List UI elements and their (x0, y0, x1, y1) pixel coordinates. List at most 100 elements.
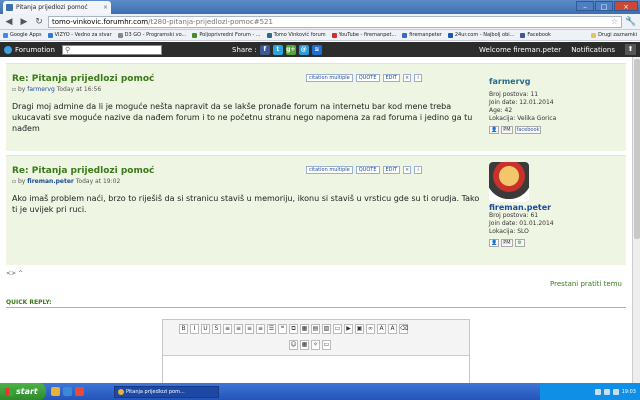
browser-launch-icon[interactable] (51, 387, 60, 396)
quote-button[interactable]: QUOTE (355, 166, 380, 174)
back-button[interactable]: ◀ (3, 16, 15, 28)
volume-icon[interactable] (603, 388, 610, 395)
forumotion-logo[interactable]: Forumotion (4, 45, 62, 54)
bookmark-item[interactable]: Tomo Vinković forum (266, 32, 326, 38)
editor-tool-button[interactable]: ▦ (300, 340, 309, 350)
bookmark-item[interactable]: D3 GO - Programski vo... (117, 32, 186, 38)
explorer-launch-icon[interactable] (63, 387, 72, 396)
editor-tool-button[interactable]: A (377, 324, 386, 334)
profile-icon[interactable]: 👤 (489, 126, 500, 134)
editor-tool-button[interactable]: ☺ (289, 340, 298, 350)
google-plus-icon[interactable]: g+ (285, 44, 296, 55)
editor-tool-button[interactable]: U (201, 324, 210, 334)
reply-textarea[interactable] (163, 355, 469, 383)
minimize-button[interactable]: – (576, 1, 594, 11)
bookmark-item[interactable]: Poljoprivredni Forum - ... (192, 32, 261, 38)
edit-button[interactable]: EDIT (382, 74, 401, 82)
email-icon[interactable]: @ (298, 44, 309, 55)
bookmark-item[interactable]: YouTube - firemanpet... (331, 32, 396, 38)
ip-info-button[interactable]: i (414, 166, 423, 174)
welcome-user-link[interactable]: Welcome fireman.peter (479, 46, 561, 54)
address-bar[interactable]: tomo-vinkovic.forumhr.com /t280-pitanja-… (48, 15, 622, 28)
website-icon[interactable]: ⚙ (514, 239, 525, 247)
post-navigation-arrows[interactable]: <> ^ (6, 270, 23, 277)
post-author-link[interactable]: fireman.peter (27, 178, 74, 185)
editor-tool-button[interactable]: ≡ (223, 324, 232, 334)
security-icon[interactable] (612, 388, 619, 395)
delete-button[interactable]: × (403, 166, 412, 174)
profile-contact-icons: 👤 PM facebook (489, 126, 624, 134)
editor-tool-button[interactable]: B (179, 324, 188, 334)
bookmark-star-icon[interactable]: ☆ (611, 17, 618, 26)
scrollbar-thumb[interactable] (634, 59, 640, 239)
bookmark-favicon-icon (402, 32, 408, 38)
wrench-menu-icon[interactable]: 🔧 (625, 16, 637, 28)
forumotion-logo-icon (4, 45, 12, 54)
media-launch-icon[interactable] (75, 387, 84, 396)
browser-tab[interactable]: Pitanja prijedlozi pomoć × (3, 1, 111, 14)
editor-tool-button[interactable]: I (190, 324, 199, 334)
bookmark-item[interactable]: 24ur.com - Najbolj obi... (447, 32, 515, 38)
twitter-icon[interactable]: t (272, 44, 283, 55)
bookmark-item[interactable]: Google Apps (3, 32, 42, 38)
search-icon: ⚲ (65, 45, 71, 54)
forumotion-logo-text: Forumotion (15, 45, 55, 54)
delete-button[interactable]: × (403, 74, 412, 82)
citation-multiple-button[interactable]: citation multiple (306, 166, 353, 174)
share-bar: Share : f t g+ @ ≋ (232, 44, 322, 55)
editor-tool-button[interactable]: ▣ (355, 324, 364, 334)
close-button[interactable]: × (614, 1, 638, 11)
profile-username[interactable]: farmervg (489, 78, 624, 86)
editor-tool-button[interactable]: ✧ (311, 340, 320, 350)
notifications-link[interactable]: Notifications (571, 46, 615, 54)
editor-tool-button[interactable]: ▦ (300, 324, 309, 334)
reload-button[interactable]: ↻ (33, 16, 45, 28)
bookmark-favicon-icon (331, 32, 337, 38)
editor-tool-button[interactable]: ▶ (344, 324, 353, 334)
taskbar-window-item[interactable]: Pitanja prijedlozi pom... (114, 385, 219, 398)
scroll-top-icon[interactable]: ⬆ (625, 44, 636, 55)
editor-tool-button[interactable]: ▤ (311, 324, 320, 334)
editor-tool-button[interactable]: ▭ (322, 340, 331, 350)
editor-tool-button[interactable]: ∞ (366, 324, 375, 334)
bookmark-item[interactable]: Facebook (520, 32, 551, 38)
tab-close-icon[interactable]: × (103, 4, 108, 11)
facebook-icon[interactable]: f (259, 44, 270, 55)
editor-tool-button[interactable]: ☰ (267, 324, 276, 334)
page-scrollbar[interactable] (632, 57, 640, 383)
stop-watching-topic-link[interactable]: Prestani pratiti temu (550, 280, 622, 288)
editor-tool-button[interactable]: ⧉ (289, 324, 298, 334)
bookmark-item[interactable]: VIZYO - Vedno za stvar (47, 32, 112, 38)
private-message-icon[interactable]: PM (501, 239, 513, 247)
bookmark-label: 24ur.com - Najbolj obi... (454, 32, 515, 38)
network-icon[interactable] (594, 388, 601, 395)
editor-tool-button[interactable]: A (388, 324, 397, 334)
ip-info-button[interactable]: i (414, 74, 423, 82)
editor-tool-button[interactable]: ▭ (333, 324, 342, 334)
bookmark-item[interactable]: firemanpeter (402, 32, 442, 38)
start-button[interactable]: start (0, 383, 46, 400)
start-label: start (16, 387, 38, 396)
bookmark-favicon-icon (447, 32, 453, 38)
forward-button[interactable]: ▶ (18, 16, 30, 28)
edit-button[interactable]: EDIT (382, 166, 401, 174)
editor-tool-button[interactable]: S (212, 324, 221, 334)
editor-toolbar-row: ☺ ▦ ✧ ▭ (289, 340, 331, 350)
forum-search-input[interactable]: ⚲ (62, 44, 162, 55)
maximize-button[interactable]: □ (595, 1, 613, 11)
post-author-link[interactable]: farmervg (27, 86, 55, 93)
citation-multiple-button[interactable]: citation multiple (306, 74, 353, 82)
editor-tool-button[interactable]: ▧ (322, 324, 331, 334)
profile-icon[interactable]: 👤 (489, 239, 500, 247)
editor-tool-button[interactable]: ≡ (256, 324, 265, 334)
editor-tool-button[interactable]: ⌫ (399, 324, 408, 334)
rss-icon[interactable]: ≋ (311, 44, 322, 55)
quote-button[interactable]: QUOTE (355, 74, 380, 82)
editor-tool-button[interactable]: ❝ (278, 324, 287, 334)
editor-tool-button[interactable]: ≡ (234, 324, 243, 334)
private-message-icon[interactable]: PM (501, 126, 513, 134)
bookmark-other[interactable]: Drugi zaznamki (591, 32, 637, 38)
profile-username[interactable]: fireman.peter (489, 204, 624, 212)
editor-tool-button[interactable]: ≡ (245, 324, 254, 334)
facebook-icon[interactable]: facebook (514, 126, 542, 134)
